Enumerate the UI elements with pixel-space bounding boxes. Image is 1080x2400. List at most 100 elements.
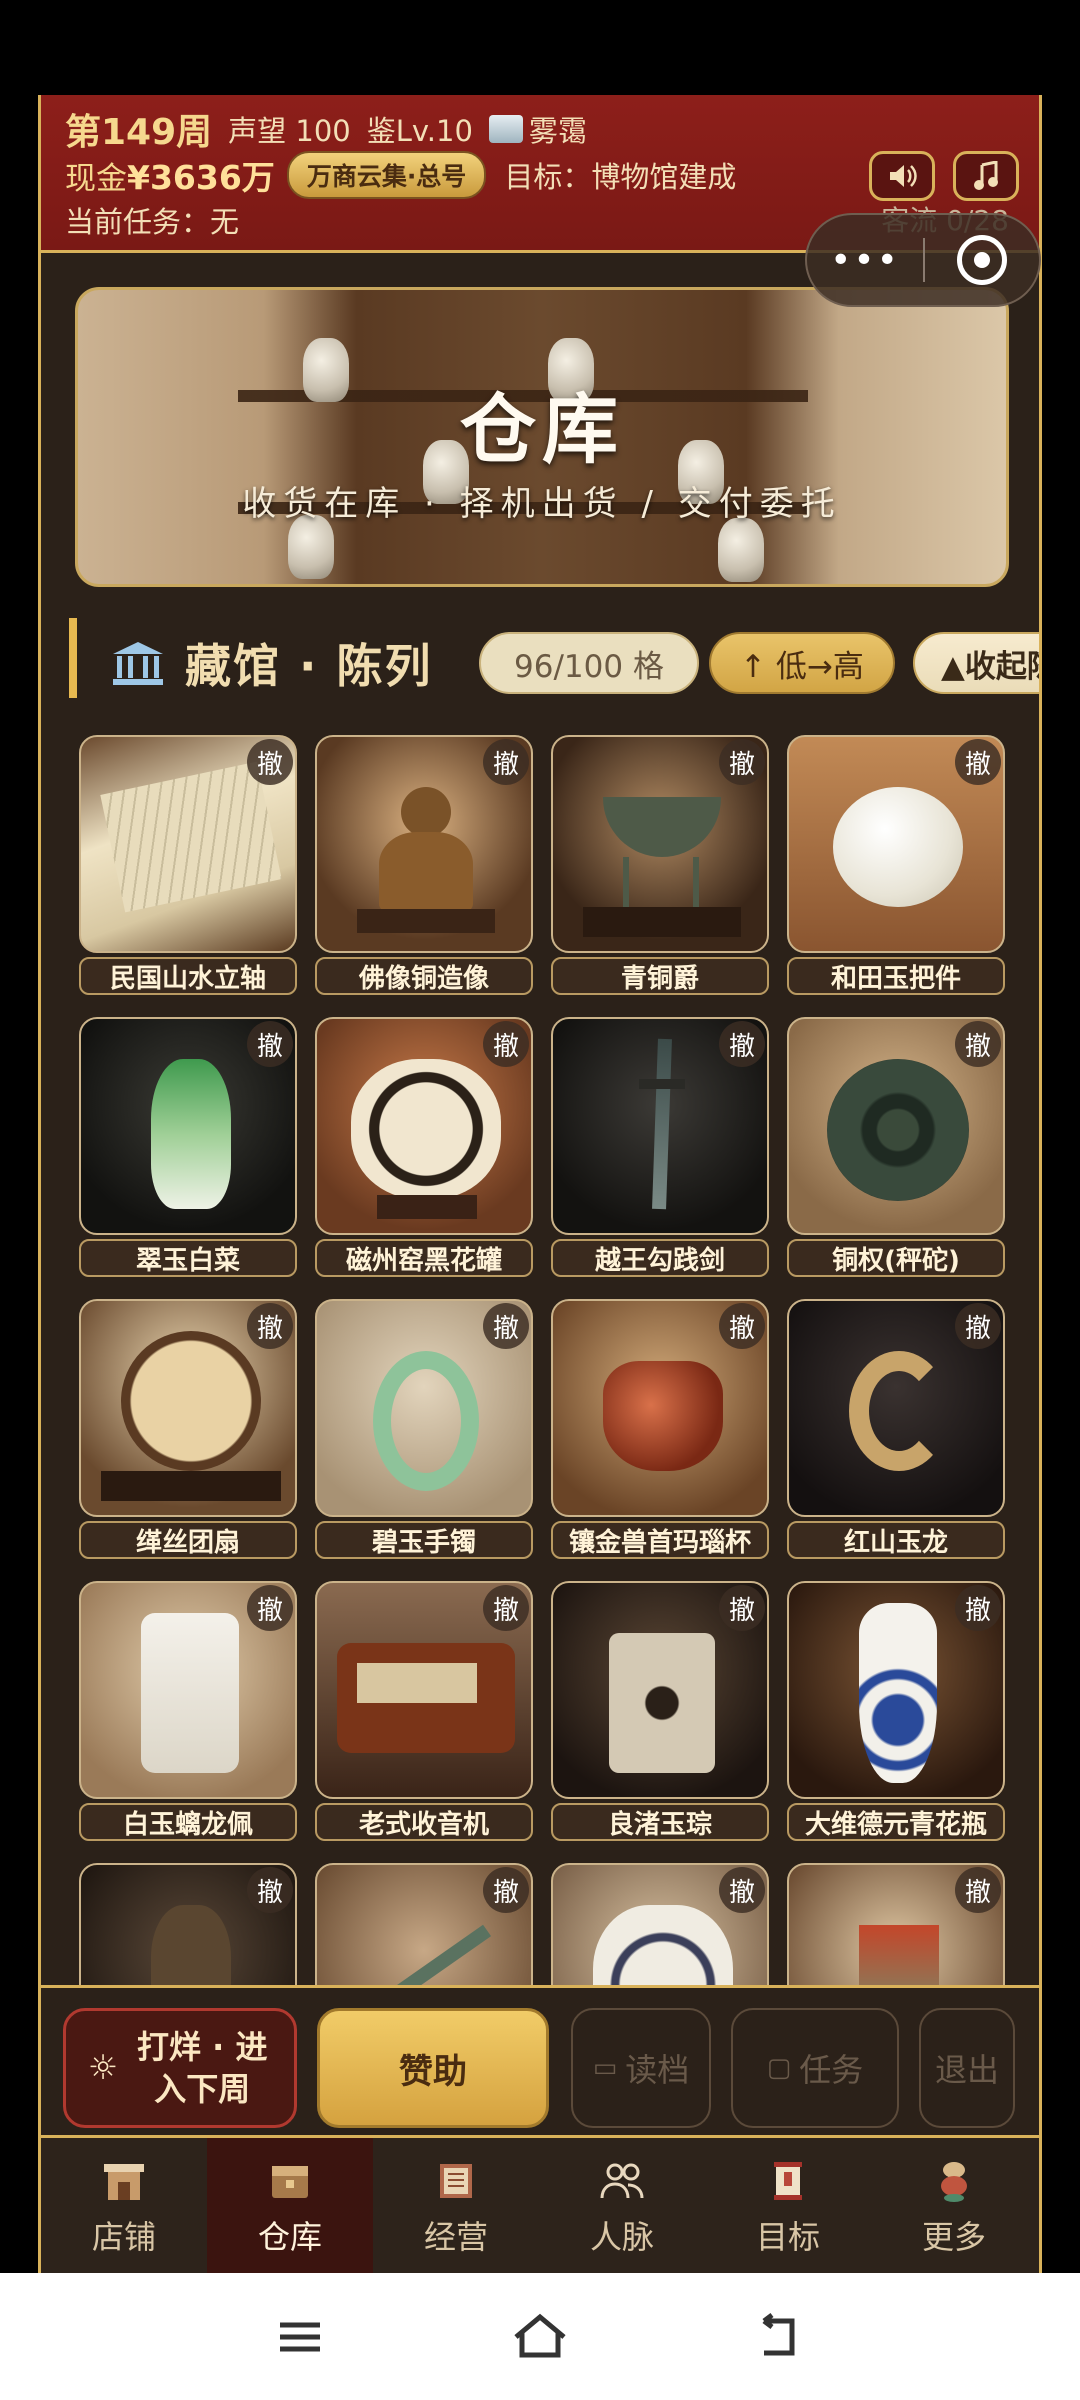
- task-button[interactable]: ▢ 任务: [731, 2008, 899, 2128]
- hud-cash-row: 现金¥3636万 万商云集·总号 目标：博物馆建成: [65, 151, 752, 199]
- guild-badge[interactable]: 万商云集·总号: [286, 151, 487, 199]
- music-toggle-button[interactable]: [953, 151, 1019, 201]
- item-name: 缂丝团扇: [79, 1521, 297, 1559]
- target-close-icon: [956, 235, 1007, 285]
- museum-icon: [113, 642, 163, 685]
- shop-icon: [104, 2164, 144, 2200]
- close-mini-program-button[interactable]: [925, 235, 1039, 285]
- tab-label: 更多: [921, 2218, 986, 2256]
- withdraw-item-button[interactable]: 撤: [955, 1867, 1001, 1913]
- load-save-button[interactable]: ▭ 读档: [571, 2008, 711, 2128]
- item-artwork: [401, 787, 451, 837]
- item-name: 镶金兽首玛瑙杯: [551, 1521, 769, 1559]
- game-window: 第149周 声望 100 鉴Lv.10 雾霭 现金¥3636万 万商云集·总号 …: [38, 95, 1042, 2273]
- tab-operations[interactable]: 经营: [373, 2138, 539, 2273]
- mini-program-capsule: •••: [805, 213, 1041, 307]
- weather-label: 雾霭: [528, 114, 587, 148]
- withdraw-item-button[interactable]: 撤: [955, 1303, 1001, 1349]
- item-name: 良渚玉琮: [551, 1803, 769, 1841]
- item-name: 大维德元青花瓶: [787, 1803, 1005, 1841]
- tab-label: 仓库: [257, 2218, 322, 2256]
- item-name: 翠玉白菜: [79, 1239, 297, 1277]
- tab-goals[interactable]: 目标: [705, 2138, 871, 2273]
- speaker-icon: [890, 165, 917, 187]
- sound-toggle-button[interactable]: [869, 151, 935, 201]
- back-icon[interactable]: [750, 2307, 810, 2367]
- item-artwork: [357, 909, 495, 933]
- withdraw-item-button[interactable]: 撤: [719, 1585, 765, 1631]
- withdraw-item-button[interactable]: 撤: [247, 739, 293, 785]
- scroll-icon: [774, 2162, 802, 2200]
- tab-contacts[interactable]: 人脉: [539, 2138, 705, 2273]
- tab-label: 店铺: [91, 2218, 156, 2256]
- item-artwork: [101, 1471, 281, 1501]
- week-counter: 第149周: [65, 112, 213, 153]
- music-note-icon: [974, 161, 998, 190]
- warehouse-icon: [272, 2166, 308, 2198]
- item-name: 老式收音机: [315, 1803, 533, 1841]
- section-accent-bar: [69, 618, 77, 698]
- item-artwork: [377, 1195, 477, 1219]
- item-artwork: [373, 1351, 479, 1491]
- withdraw-item-button[interactable]: 撤: [247, 1585, 293, 1631]
- collapse-display-button[interactable]: ▲收起陈: [913, 632, 1039, 694]
- display-item-grid: 撤民国山水立轴撤佛像铜造像撤青铜爵撤和田玉把件撤翠玉白菜撤磁州窑黑花罐撤越王勾践…: [79, 735, 1015, 2075]
- tab-label: 人脉: [589, 2218, 654, 2256]
- reputation-value: 声望 100: [228, 114, 351, 148]
- tab-more[interactable]: 更多: [871, 2138, 1037, 2273]
- system-navigation-bar: [0, 2273, 1080, 2400]
- withdraw-item-button[interactable]: 撤: [719, 1867, 765, 1913]
- withdraw-item-button[interactable]: 撤: [483, 1585, 529, 1631]
- withdraw-item-button[interactable]: 撤: [483, 1867, 529, 1913]
- item-artwork: [833, 787, 963, 907]
- withdraw-item-button[interactable]: 撤: [719, 1021, 765, 1067]
- cash-value: ¥3636万: [127, 158, 275, 197]
- item-artwork: [100, 761, 282, 913]
- banner-vase: [718, 518, 764, 582]
- withdraw-item-button[interactable]: 撤: [483, 1303, 529, 1349]
- item-artwork: [623, 857, 629, 913]
- withdraw-item-button[interactable]: 撤: [955, 1021, 1001, 1067]
- item-artwork: [693, 857, 699, 913]
- goal-text: 目标：博物馆建成: [504, 160, 737, 194]
- sort-order-button[interactable]: ↑ 低→高: [709, 632, 895, 694]
- banner-title: 仓库: [460, 385, 624, 474]
- task-icon: ▢: [766, 2053, 792, 2083]
- item-artwork: [357, 1663, 477, 1703]
- exit-button[interactable]: 退出: [919, 2008, 1015, 2128]
- item-name: 磁州窑黑花罐: [315, 1239, 533, 1277]
- tab-warehouse[interactable]: 仓库: [207, 2138, 373, 2273]
- home-icon[interactable]: [510, 2307, 570, 2367]
- action-bar: ☼ 打烊 · 进入下周 赞助 ▭ 读档 ▢ 任务 退出: [41, 1985, 1039, 2135]
- item-artwork: [121, 1331, 261, 1471]
- item-artwork: [609, 1633, 715, 1773]
- tab-label: 经营: [423, 2218, 488, 2256]
- withdraw-item-button[interactable]: 撤: [247, 1021, 293, 1067]
- close-shop-next-week-button[interactable]: ☼ 打烊 · 进入下周: [63, 2008, 297, 2128]
- item-artwork: [351, 1059, 501, 1199]
- menu-icon[interactable]: [270, 2307, 330, 2367]
- withdraw-item-button[interactable]: 撤: [719, 739, 765, 785]
- appraisal-level: 鉴Lv.10: [366, 114, 473, 148]
- withdraw-item-button[interactable]: 撤: [719, 1303, 765, 1349]
- item-artwork: [827, 1059, 969, 1201]
- item-name: 白玉螭龙佩: [79, 1803, 297, 1841]
- item-artwork: [859, 1603, 937, 1783]
- withdraw-item-button[interactable]: 撤: [483, 739, 529, 785]
- capacity-badge: 96/100 格: [479, 632, 699, 694]
- withdraw-item-button[interactable]: 撤: [483, 1021, 529, 1067]
- tab-shop[interactable]: 店铺: [41, 2138, 207, 2273]
- item-name: 和田玉把件: [787, 957, 1005, 995]
- withdraw-item-button[interactable]: 撤: [247, 1867, 293, 1913]
- item-name: 越王勾践剑: [551, 1239, 769, 1277]
- more-options-button[interactable]: •••: [807, 240, 923, 281]
- withdraw-item-button[interactable]: 撤: [247, 1303, 293, 1349]
- item-artwork: [151, 1059, 231, 1209]
- item-artwork: [639, 1079, 685, 1089]
- sponsor-button[interactable]: 赞助: [317, 2008, 549, 2128]
- item-artwork: [603, 797, 721, 857]
- withdraw-item-button[interactable]: 撤: [955, 739, 1001, 785]
- item-artwork: [583, 907, 741, 937]
- section-title: 藏馆 · 陈列: [185, 639, 433, 693]
- withdraw-item-button[interactable]: 撤: [955, 1585, 1001, 1631]
